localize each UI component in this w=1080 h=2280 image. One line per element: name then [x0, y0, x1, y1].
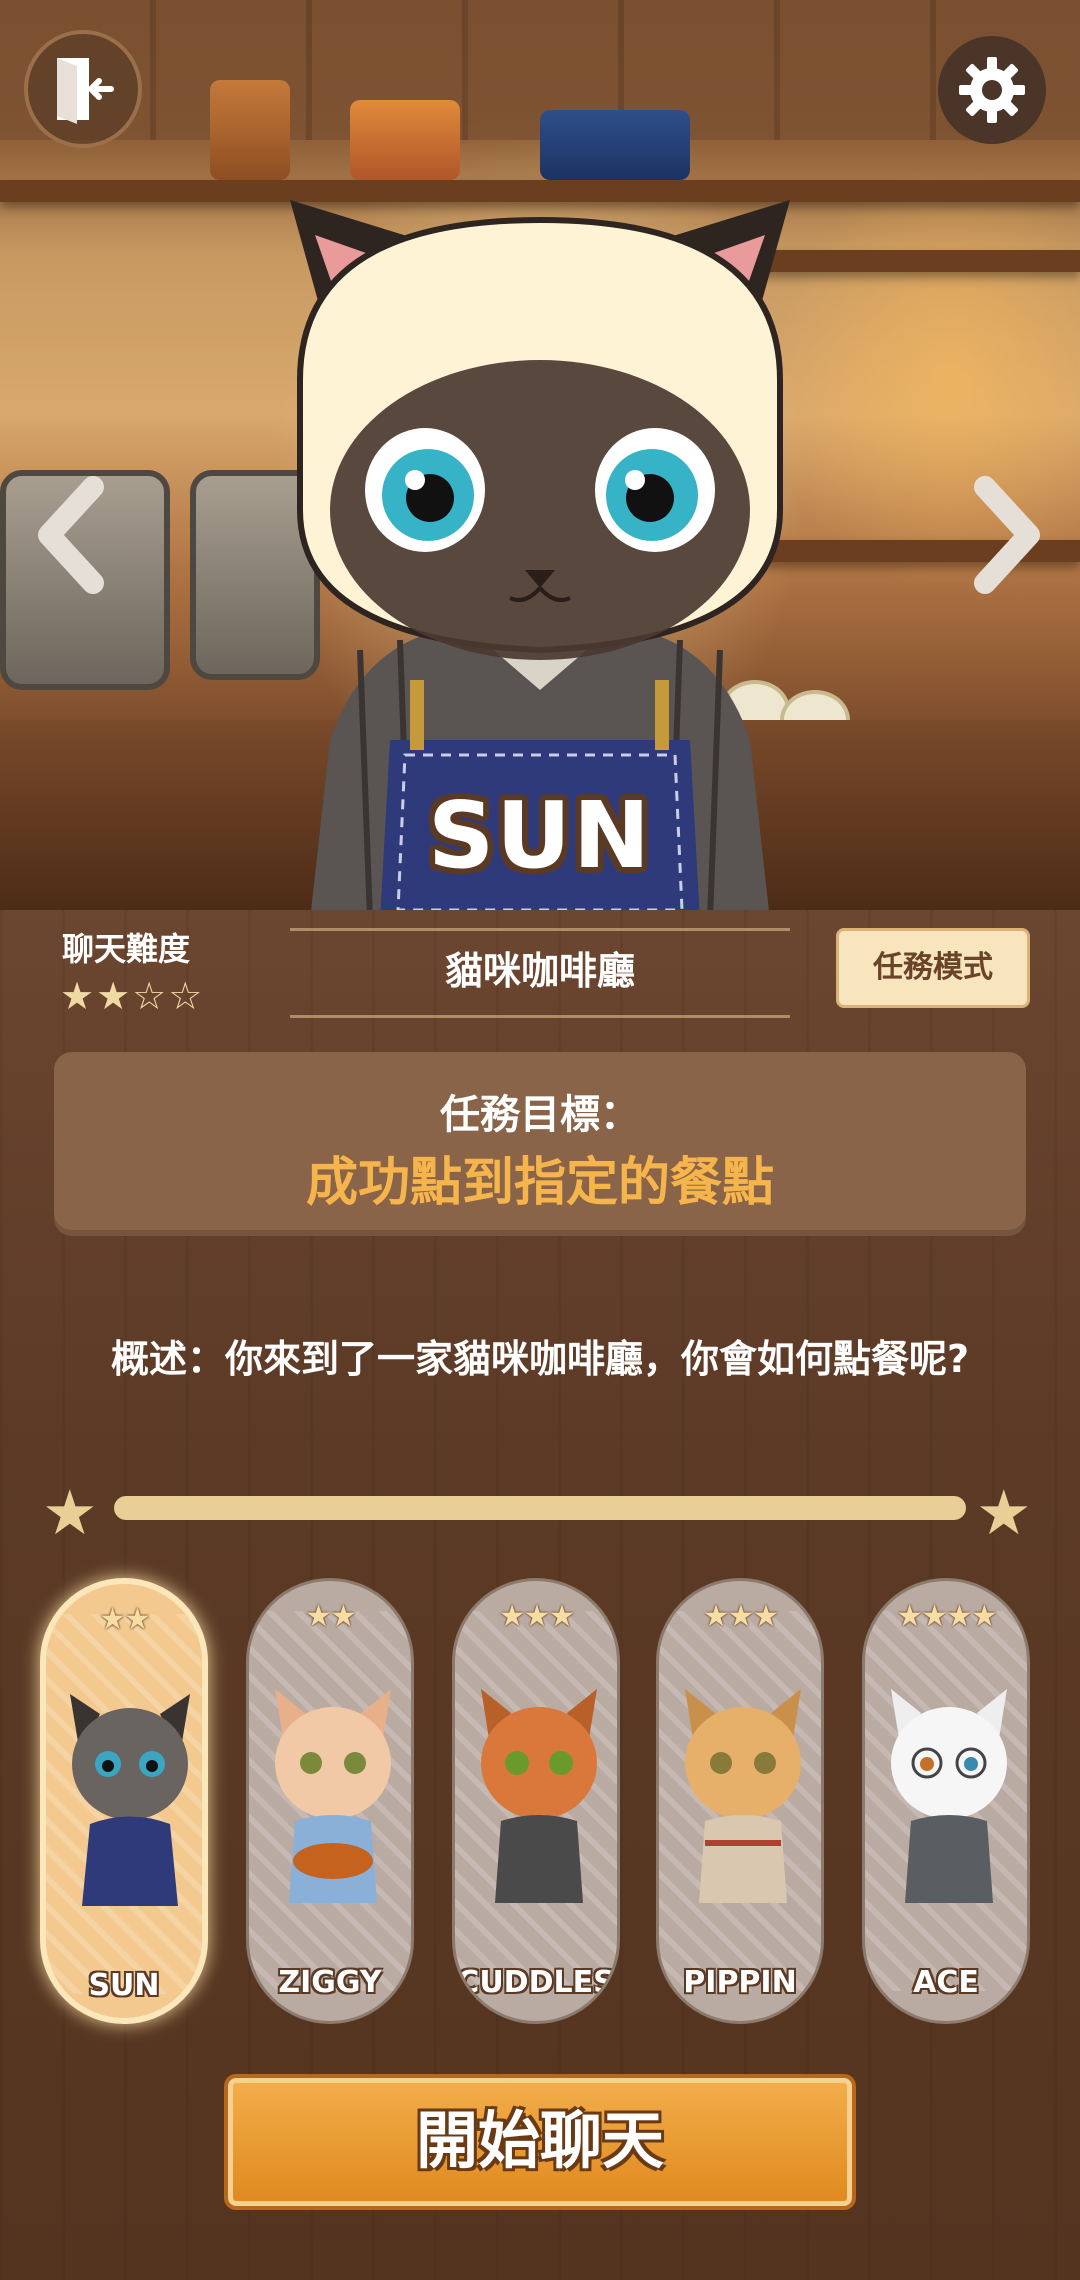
mission-goal-text: 成功點到指定的餐點: [305, 1153, 774, 1213]
card-name: CUDDLES: [457, 1965, 615, 2000]
cat-portrait-ace: [891, 1689, 1007, 1903]
card-name: SUN: [88, 1968, 160, 2003]
card-name: ACE: [913, 1965, 979, 2000]
card-name: PIPPIN: [683, 1965, 797, 2000]
chevron-left-icon: [38, 476, 104, 594]
difficulty-stars: ★★☆☆: [60, 974, 205, 1018]
card-name: ZIGGY: [278, 1965, 382, 2000]
card-stars: ★★★: [498, 1599, 576, 1634]
scenario-overview: 概述：你來到了一家貓咪咖啡廳，你會如何點餐呢?: [110, 1337, 970, 1381]
cafe-scene-background: SUN: [0, 0, 1080, 920]
next-character-button[interactable]: [962, 470, 1052, 600]
cat-portrait-pippin: [685, 1689, 801, 1903]
card-stars: ★★★: [702, 1599, 780, 1634]
character-name: SUN: [428, 782, 652, 889]
progress-end-star-icon: ★: [976, 1476, 1032, 1549]
settings-button[interactable]: [938, 36, 1046, 144]
character-card-ziggy[interactable]: ★★ ZIGGY: [246, 1578, 414, 2024]
card-stars: ★★: [99, 1602, 151, 1637]
chevron-right-icon: [974, 476, 1040, 594]
door-exit-icon: [57, 58, 114, 124]
previous-character-button[interactable]: [26, 470, 116, 600]
shelf-packages: [540, 110, 690, 180]
shelf-jar: [210, 80, 290, 180]
mission-goal-box: 任務目標： 成功點到指定的餐點: [54, 1052, 1026, 1236]
start-chat-button[interactable]: 開始聊天: [228, 2078, 852, 2206]
cat-portrait-sun: [70, 1694, 190, 1906]
progress-start-star-icon: ★: [42, 1476, 98, 1549]
gear-icon: [959, 57, 1025, 123]
character-card-sun[interactable]: ★★ SUN: [40, 1578, 208, 2024]
scenario-title: 貓咪咖啡廳: [290, 928, 790, 1018]
cat-portrait-cuddles: [481, 1689, 597, 1903]
shelf-bowls: [350, 100, 460, 180]
mission-goal-label: 任務目標：: [440, 1092, 640, 1138]
character-card-ace[interactable]: ★★★★ ACE: [862, 1578, 1030, 2024]
card-stars: ★★: [305, 1599, 357, 1634]
exit-button[interactable]: [24, 30, 142, 148]
progress-fill: [114, 1496, 966, 1520]
card-stars: ★★★★: [896, 1599, 998, 1634]
character-card-cuddles[interactable]: ★★★ CUDDLES: [452, 1578, 620, 2024]
cat-portrait-ziggy: [275, 1689, 391, 1903]
mission-mode-button[interactable]: 任務模式: [836, 928, 1030, 1008]
progress-bar: [114, 1496, 966, 1520]
character-card-pippin[interactable]: ★★★ PIPPIN: [656, 1578, 824, 2024]
difficulty-label: 聊天難度: [62, 930, 191, 968]
